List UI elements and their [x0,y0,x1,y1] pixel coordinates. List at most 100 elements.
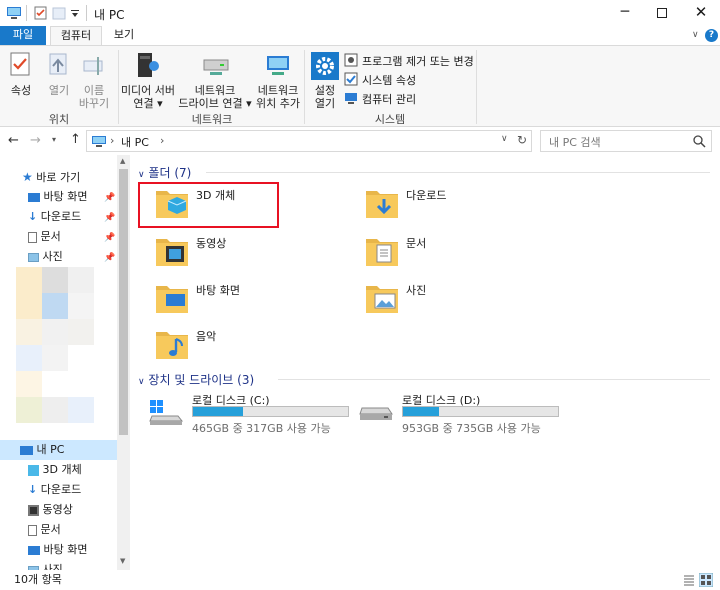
folder-videos[interactable]: 동영상 [154,233,274,273]
item-count: 10개 항목 [14,573,62,586]
videos-folder-icon [156,239,188,266]
drive-d[interactable]: 로컬 디스크 (D:) 953GB 중 735GB 사용 가능 [358,392,578,435]
pin-icon: 📌 [104,193,116,203]
address-row: ← → ▾ ↑ › 내 PC › ∨ ↻ 내 PC 검색 [0,127,720,155]
drive-usage-bar [192,406,349,417]
recent-locations-icon[interactable]: ▾ [52,135,56,144]
documents-folder-icon [366,239,398,266]
media-server-button[interactable]: 미디어 서버 연결 ▾ [120,50,176,110]
3d-cube-icon [28,464,39,476]
pin-icon: 📌 [104,253,116,263]
minimize-button[interactable]: ─ [606,0,644,26]
open-icon [49,53,67,75]
back-arrow-icon[interactable]: ← [8,133,19,148]
group-separator [118,50,119,124]
map-network-drive-button[interactable]: 네트워크 드라이브 연결 ▾ [178,50,252,110]
window-title: 내 PC [94,8,125,22]
folder-music[interactable]: 음악 [154,326,274,366]
nav-scrollbar[interactable]: ▲ ▼ [117,155,130,570]
search-placeholder: 내 PC 검색 [549,136,601,149]
downloads-folder-icon [366,191,398,218]
properties-qa-icon[interactable] [34,6,48,20]
film-icon [28,504,39,516]
new-folder-qa-icon[interactable] [52,6,66,20]
scroll-up-icon[interactable]: ▲ [120,157,125,165]
ribbon-tabs: 파일 컴퓨터 보기 ∨ ? [0,26,720,45]
nav-quick-documents[interactable]: 문서 [28,227,61,247]
rename-icon [83,57,103,75]
maximize-button[interactable] [644,0,682,26]
details-view-icon[interactable] [683,574,695,586]
tab-view[interactable]: 보기 [106,26,142,45]
windows-drive-icon [149,400,184,425]
download-arrow-icon: ↓ [28,483,38,496]
desktop-icon [28,545,40,555]
address-bar[interactable]: › 내 PC › ∨ ↻ [86,130,532,152]
qa-dropdown-icon[interactable] [70,9,80,19]
folders-section-header[interactable]: ∨ 폴더 (7) [138,164,191,181]
drives-section-header[interactable]: ∨ 장치 및 드라이브 (3) [138,371,254,388]
open-settings-button[interactable]: 설정 열기 [308,50,342,110]
network-drive-icon [203,59,229,75]
tab-file[interactable]: 파일 [0,26,46,45]
desktop-icon [28,192,40,202]
section-divider [206,172,710,173]
nav-3d-objects[interactable]: 3D 개체 [28,460,82,480]
pin-icon: 📌 [104,233,116,243]
collapse-chevron-icon: ∨ [138,170,145,180]
group-label-network: 네트워크 [191,113,233,126]
drive-usage-fill [193,407,243,416]
up-arrow-icon[interactable]: ↑ [70,132,81,147]
breadcrumb-chevron-icon[interactable]: › [160,134,164,147]
folder-pictures[interactable]: 사진 [364,280,484,320]
ribbon: 속성 열기 이름 바꾸기 위치 미디어 서버 연결 ▾ 네트워크 드라이브 연결… [0,45,720,127]
nav-quick-desktop[interactable]: 바탕 화면 [28,187,87,207]
large-icons-view-icon[interactable] [699,573,713,587]
computer-management-icon [345,93,357,104]
nav-this-pc[interactable]: 내 PC [0,440,117,460]
document-icon [28,231,37,243]
search-box[interactable]: 내 PC 검색 [540,130,712,152]
add-network-location-button[interactable]: 네트워크 위치 추가 [252,50,304,110]
settings-gear-icon [311,52,339,80]
drive-usage-fill [403,407,439,416]
properties-button[interactable]: 속성 [4,50,38,106]
tab-computer[interactable]: 컴퓨터 [50,26,102,45]
nav-videos[interactable]: 동영상 [28,500,73,520]
nav-desktop[interactable]: 바탕 화면 [28,540,87,560]
address-dropdown-icon[interactable]: ∨ [501,134,508,144]
nav-quick-downloads[interactable]: ↓ 다운로드 [28,207,81,227]
refresh-icon[interactable]: ↻ [517,133,527,147]
collapse-chevron-icon: ∨ [138,377,145,387]
folder-downloads[interactable]: 다운로드 [364,185,484,225]
title-bar: 내 PC ─ ✕ [0,0,720,26]
collapse-ribbon-icon[interactable]: ∨ [692,30,699,40]
breadcrumb-this-pc[interactable]: 내 PC [121,134,149,150]
close-button[interactable]: ✕ [682,0,720,26]
nav-pictures[interactable]: 사진 [28,560,63,570]
hard-drive-icon [359,407,393,420]
scroll-thumb[interactable] [119,169,128,435]
scroll-down-icon[interactable]: ▼ [120,557,125,565]
computer-icon [7,7,21,19]
group-separator [476,50,477,124]
group-label-location: 위치 [48,113,70,126]
group-label-system: 시스템 [374,113,406,126]
nav-quick-access[interactable]: ★ 바로 가기 [22,167,80,187]
open-button[interactable]: 열기 [42,50,76,106]
search-icon[interactable] [693,135,706,148]
forward-arrow-icon[interactable]: → [30,133,41,148]
document-icon [28,524,37,536]
rename-button[interactable]: 이름 바꾸기 [76,50,112,110]
nav-quick-pictures[interactable]: 사진 [28,247,63,267]
folder-desktop[interactable]: 바탕 화면 [154,280,274,320]
nav-downloads[interactable]: ↓ 다운로드 [28,480,81,500]
folder-documents[interactable]: 문서 [364,233,484,273]
desktop-folder-icon [156,286,188,313]
drive-c[interactable]: 로컬 디스크 (C:) 465GB 중 317GB 사용 가능 [148,392,358,435]
folder-3d-objects[interactable]: 3D 개체 [154,185,274,225]
help-icon[interactable]: ? [705,29,718,42]
status-bar: 10개 항목 [0,570,720,590]
uninstall-icon [344,53,358,67]
nav-documents[interactable]: 문서 [28,520,61,540]
